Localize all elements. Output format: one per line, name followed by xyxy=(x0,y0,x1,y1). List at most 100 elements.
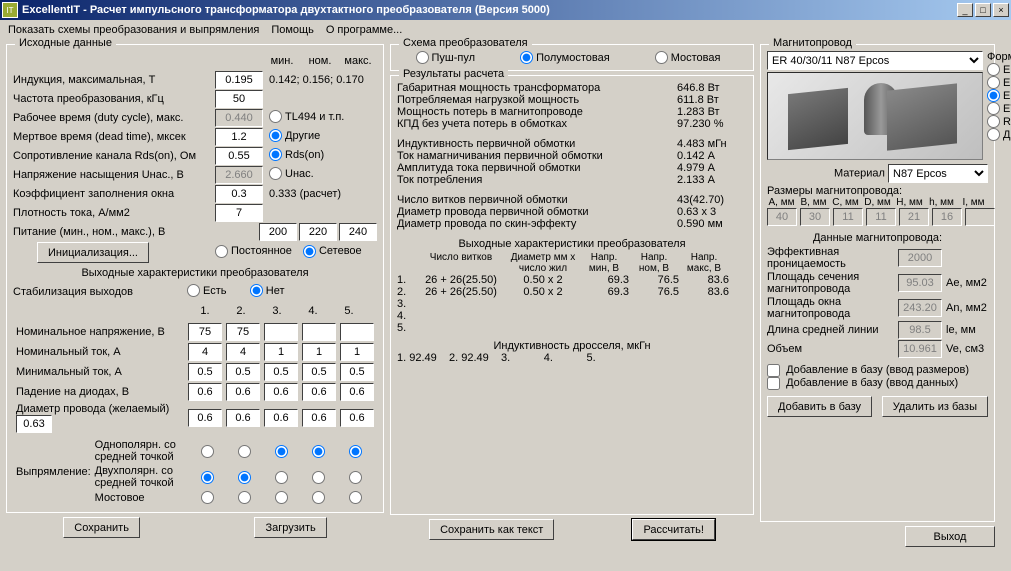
maximize-button[interactable]: □ xyxy=(975,3,991,17)
rect2-1[interactable] xyxy=(201,471,214,484)
stab-label: Стабилизация выходов xyxy=(13,286,187,298)
radio-pushpull[interactable]: Пуш-пул xyxy=(416,51,476,64)
supply-max[interactable] xyxy=(339,223,377,241)
radio-ac-supply[interactable]: Сетевое xyxy=(303,245,362,258)
menu-help[interactable]: Помощь xyxy=(271,24,314,36)
radio-form-ER[interactable]: ER xyxy=(987,89,1011,102)
supply-min[interactable] xyxy=(259,223,297,241)
minimize-button[interactable]: _ xyxy=(957,3,973,17)
kfill-input[interactable] xyxy=(215,185,263,203)
vdrop-1[interactable] xyxy=(188,383,222,401)
dwire-2[interactable] xyxy=(226,409,260,427)
jden-input[interactable] xyxy=(215,204,263,222)
radio-form-ETD[interactable]: ETD xyxy=(987,102,1011,115)
rect3-4[interactable] xyxy=(312,491,325,504)
init-button[interactable]: Инициализация... xyxy=(37,242,149,263)
exit-button[interactable]: Выход xyxy=(905,526,995,547)
vdrop-2[interactable] xyxy=(226,383,260,401)
vdrop-5[interactable] xyxy=(340,383,374,401)
inom-4[interactable] xyxy=(302,343,336,361)
dim-h2 xyxy=(932,208,962,226)
dwire-1[interactable] xyxy=(188,409,222,427)
rect2-3[interactable] xyxy=(275,471,288,484)
inom-5[interactable] xyxy=(340,343,374,361)
vdrop-3[interactable] xyxy=(264,383,298,401)
ve-val xyxy=(898,340,942,358)
freq-input[interactable] xyxy=(215,90,263,108)
rect1-1[interactable] xyxy=(201,445,214,458)
add-db-button[interactable]: Добавить в базу xyxy=(767,396,872,417)
le-val xyxy=(898,321,942,339)
induction-input[interactable] xyxy=(215,71,263,89)
form-label: Форма xyxy=(987,51,1011,63)
radio-other-ic[interactable]: Другие xyxy=(269,129,320,142)
inom-1[interactable] xyxy=(188,343,222,361)
radio-stab-no[interactable]: Нет xyxy=(250,284,285,297)
rect-label: Выпрямление: xyxy=(15,439,92,504)
inom-2[interactable] xyxy=(226,343,260,361)
results-title: Результаты расчета xyxy=(399,68,508,80)
radio-stab-yes[interactable]: Есть xyxy=(187,284,226,297)
rect2-4[interactable] xyxy=(312,471,325,484)
radio-unas[interactable]: Uнас. xyxy=(269,167,314,180)
perm-val xyxy=(898,249,942,267)
core-select[interactable]: ER 40/30/11 N87 Epcos xyxy=(767,51,983,70)
load-button[interactable]: Загрузить xyxy=(254,517,326,538)
vdrop-4[interactable] xyxy=(302,383,336,401)
vnom-4[interactable] xyxy=(302,323,336,341)
rect1-2[interactable] xyxy=(238,445,251,458)
supply-nom[interactable] xyxy=(299,223,337,241)
radio-form-R[interactable]: R xyxy=(987,115,1011,128)
material-select[interactable]: N87 Epcos xyxy=(888,164,988,183)
rds-input[interactable] xyxy=(215,147,263,165)
rect3-5[interactable] xyxy=(349,491,362,504)
outh-vnom: Напр. ном, В xyxy=(629,252,679,274)
rect3-2[interactable] xyxy=(238,491,251,504)
menu-schemes[interactable]: Показать схемы преобразования и выпрямле… xyxy=(8,24,259,36)
dwire-4[interactable] xyxy=(302,409,336,427)
vnom-5[interactable] xyxy=(340,323,374,341)
rect3-1[interactable] xyxy=(201,491,214,504)
r8-value: 2.133 А xyxy=(677,174,747,186)
imin-4[interactable] xyxy=(302,363,336,381)
imin-2[interactable] xyxy=(226,363,260,381)
radio-fullbridge[interactable]: Мостовая xyxy=(655,51,721,64)
rect3-3[interactable] xyxy=(275,491,288,504)
rect2-2[interactable] xyxy=(238,471,251,484)
vnom-3[interactable] xyxy=(264,323,298,341)
rect1-4[interactable] xyxy=(312,445,325,458)
rect1-3[interactable] xyxy=(275,445,288,458)
out-col-1: 1. xyxy=(187,305,223,317)
rect1-5[interactable] xyxy=(349,445,362,458)
dead-input[interactable] xyxy=(215,128,263,146)
radio-halfbridge[interactable]: Полумостовая xyxy=(520,51,610,64)
rect2-5[interactable] xyxy=(349,471,362,484)
vnom-1[interactable] xyxy=(188,323,222,341)
chk-add-dims[interactable]: Добавление в базу (ввод размеров) xyxy=(767,364,969,376)
radio-form-Другая[interactable]: Другая xyxy=(987,128,1011,141)
dwire-input[interactable] xyxy=(16,415,52,433)
radio-form-E[interactable]: E xyxy=(987,63,1011,76)
vnom-2[interactable] xyxy=(226,323,260,341)
save-text-button[interactable]: Сохранить как текст xyxy=(429,519,554,540)
radio-tl494[interactable]: TL494 и т.п. xyxy=(269,110,344,123)
chk-add-data[interactable]: Добавление в базу (ввод данных) xyxy=(767,377,958,389)
dwire-5[interactable] xyxy=(340,409,374,427)
imin-1[interactable] xyxy=(188,363,222,381)
radio-form-EI[interactable]: EI xyxy=(987,76,1011,89)
dwire-3[interactable] xyxy=(264,409,298,427)
kfill-calc: 0.333 (расчет) xyxy=(263,188,377,200)
imin-5[interactable] xyxy=(340,363,374,381)
menu-about[interactable]: О программе... xyxy=(326,24,402,36)
close-button[interactable]: × xyxy=(993,3,1009,17)
del-db-button[interactable]: Удалить из базы xyxy=(882,396,988,417)
calc-button[interactable]: Рассчитать! xyxy=(632,519,714,540)
radio-dc-supply[interactable]: Постоянное xyxy=(215,245,292,258)
inom-3[interactable] xyxy=(264,343,298,361)
inom-label: Номинальный ток, А xyxy=(15,343,185,361)
r7-label: Амплитуда тока первичной обмотки xyxy=(397,162,677,174)
imin-3[interactable] xyxy=(264,363,298,381)
r3-value: 1.283 Вт xyxy=(677,106,747,118)
radio-rds[interactable]: Rds(on) xyxy=(269,148,324,161)
save-button[interactable]: Сохранить xyxy=(63,517,140,538)
